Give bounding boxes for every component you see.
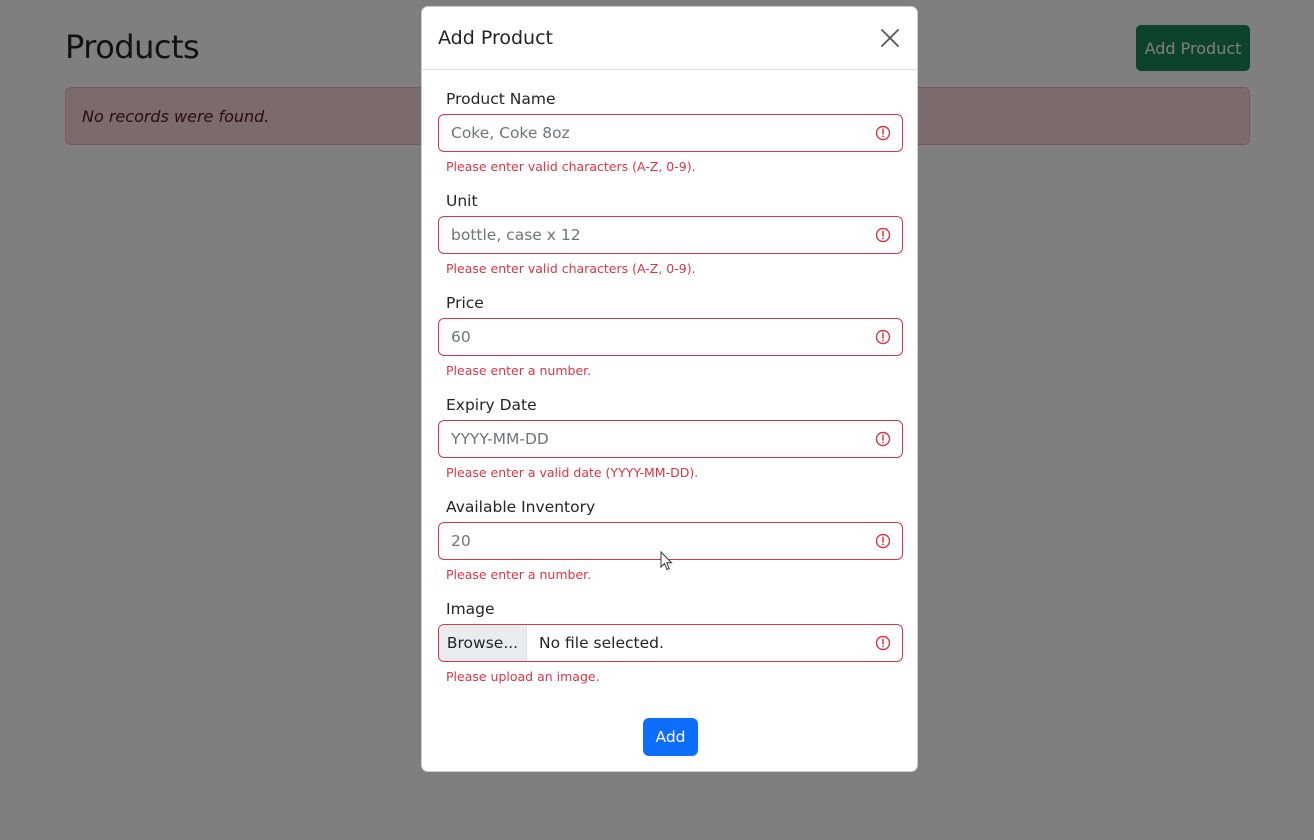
modal-header: Add Product xyxy=(422,7,917,70)
image-feedback: Please upload an image. xyxy=(446,669,600,684)
browse-button[interactable]: Browse... xyxy=(439,625,527,661)
unit-feedback: Please enter valid characters (A-Z, 0-9)… xyxy=(446,261,696,276)
expiry-date-input-wrap xyxy=(438,420,903,458)
invalid-icon xyxy=(875,431,891,447)
unit-input[interactable] xyxy=(439,217,902,253)
invalid-icon xyxy=(875,533,891,549)
field-image: Image Browse... No file selected. Please… xyxy=(438,598,903,700)
modal-title: Add Product xyxy=(438,27,553,49)
add-submit-button[interactable]: Add xyxy=(643,718,698,756)
unit-input-wrap xyxy=(438,216,903,254)
add-product-modal: Add Product Product Name Please enter va… xyxy=(421,6,918,772)
product-name-feedback: Please enter valid characters (A-Z, 0-9)… xyxy=(446,159,696,174)
field-expiry-date: Expiry Date Please enter a valid date (Y… xyxy=(438,394,903,496)
price-feedback: Please enter a number. xyxy=(446,363,592,378)
image-file-input[interactable]: Browse... No file selected. xyxy=(438,624,903,662)
invalid-icon xyxy=(875,125,891,141)
product-name-input[interactable] xyxy=(439,115,902,151)
product-name-input-wrap xyxy=(438,114,903,152)
price-label: Price xyxy=(446,294,484,312)
field-price: Price Please enter a number. xyxy=(438,292,903,394)
expiry-date-label: Expiry Date xyxy=(446,396,537,414)
expiry-date-feedback: Please enter a valid date (YYYY-MM-DD). xyxy=(446,465,699,480)
close-button[interactable] xyxy=(878,26,902,50)
available-inventory-label: Available Inventory xyxy=(446,498,596,516)
invalid-icon xyxy=(875,635,891,651)
modal-body: Product Name Please enter valid characte… xyxy=(422,70,917,700)
invalid-icon xyxy=(875,227,891,243)
product-name-label: Product Name xyxy=(446,90,556,108)
field-available-inventory: Available Inventory Please enter a numbe… xyxy=(438,496,903,598)
close-icon xyxy=(881,29,899,47)
submit-row: Add xyxy=(422,718,917,756)
expiry-date-input[interactable] xyxy=(439,421,902,457)
field-product-name: Product Name Please enter valid characte… xyxy=(438,88,903,190)
field-unit: Unit Please enter valid characters (A-Z,… xyxy=(438,190,903,292)
image-label: Image xyxy=(446,600,495,618)
file-status: No file selected. xyxy=(539,634,664,652)
price-input-wrap xyxy=(438,318,903,356)
mouse-cursor-icon xyxy=(660,551,673,571)
price-input[interactable] xyxy=(439,319,902,355)
unit-label: Unit xyxy=(446,192,478,210)
invalid-icon xyxy=(875,329,891,345)
